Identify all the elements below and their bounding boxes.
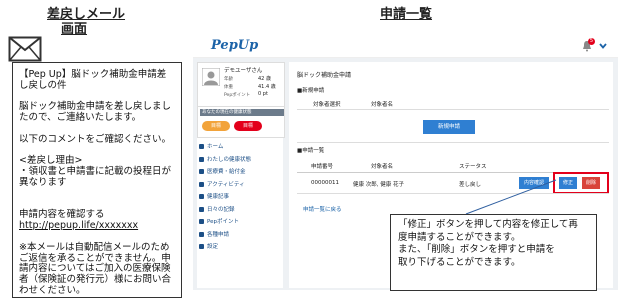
back-to-list-link[interactable]: 申請一覧に戻る [303, 205, 342, 213]
health-status-card: あなたの現在の健康状態 目標 目標 [197, 106, 285, 138]
page-title: 脳ドック補助金申請 [297, 72, 352, 79]
activity-icon [199, 181, 204, 187]
mail-icon [8, 36, 42, 62]
mail-screen-heading: 差戻しメール 画面 [47, 7, 125, 37]
status-badge-1[interactable]: 目標 [202, 121, 230, 131]
callout-line: また、「削除」ボタンを押すと申請を [398, 244, 555, 255]
article-icon [199, 194, 204, 199]
profile-value: 0 pt [258, 91, 268, 97]
new-col-name: 対象者名 [371, 102, 394, 108]
notification-count: 5 [588, 38, 595, 45]
sidebar-item-label: 各種申請 [207, 231, 230, 238]
profile-label: 体重 [224, 85, 233, 90]
sidebar-item-label: わたしの健康状態 [207, 156, 252, 163]
application-list-section: ■申請一覧 [297, 148, 325, 154]
sidebar-item-label: ホーム [207, 144, 224, 150]
mail-heading-line2: 画面 [61, 22, 88, 37]
status-badge-2[interactable]: 目標 [234, 121, 262, 131]
profile-label: Pepポイント [224, 93, 251, 98]
col-status: ステータス [459, 164, 487, 170]
mail-message-box: 【Pep Up】脳ドック補助金申請差 し戻しの件 脳ドック補助金申請を差し戻しました… [12, 62, 182, 298]
mail-line: し戻しの件 [19, 79, 67, 91]
application-list-heading: 申請一覧 [380, 7, 433, 22]
divider [297, 142, 609, 143]
sidebar-nav: ホームわたしの健康状態 医療費・給付金 アクティビティ 健康記事日々の記録 Pepポイン… [197, 138, 283, 288]
sidebar-item[interactable]: 設定 [199, 242, 218, 250]
sidebar-item[interactable]: Pepポイント [199, 217, 239, 225]
sidebar-item[interactable]: 健康記事 [199, 192, 229, 200]
profile-value: 41.4 歳 [258, 84, 276, 90]
sidebar-item-label: Pepポイント [207, 219, 239, 225]
health-status-title: あなたの現在の健康状態 [200, 109, 284, 116]
profile-label: 年齢 [224, 77, 233, 82]
callout-line: 度申請することができます。 [398, 231, 521, 243]
heart-icon [199, 156, 204, 162]
sidebar-item-label: 日々の記録 [207, 206, 235, 213]
divider [297, 109, 609, 110]
sidebar-item[interactable]: アクティビティ [199, 180, 245, 188]
col-target-name: 対象者名 [371, 164, 394, 170]
sidebar-item-label: 健康記事 [207, 194, 230, 200]
callout-line: 取り下げることができます。 [398, 256, 521, 268]
edit-button[interactable]: 修正 [559, 177, 577, 189]
sidebar-item[interactable]: ホーム [199, 142, 223, 150]
mail-line: たので、ご連絡いたします。 [19, 112, 142, 124]
sidebar-item-label: 医療費・給付金 [207, 169, 246, 175]
mail-line: 以下のコメントをご確認ください。 [19, 133, 172, 145]
sidebar-item[interactable]: 日々の記録 [199, 205, 235, 213]
new-application-section: ■新規申請 [297, 88, 325, 94]
sidebar-item[interactable]: 各種申請 [199, 230, 229, 238]
confirm-link[interactable]: http://pepup.life/xxxxxxx [19, 220, 138, 233]
sidebar-item-label: 設定 [207, 244, 219, 250]
calendar-icon [199, 206, 204, 212]
delete-button[interactable]: 削除 [582, 177, 600, 189]
forms-icon [199, 231, 204, 237]
app-topbar: PepUp 5 [193, 35, 618, 58]
profile-value: 42 歳 [258, 76, 271, 82]
table-row: 00000011 健康 次郎, 健康 花子 差し戻し 内容確認 修正 削除 [297, 172, 609, 194]
callout-line: 「修正」ボタンを押して内容を修正して再 [398, 219, 578, 230]
sidebar-item-label: アクティビティ [207, 181, 245, 188]
home-icon [199, 144, 204, 149]
profile-card: デモユーザさん 年齢 42 歳体重 41.4 歳 Pepポイント 0 pt [197, 62, 285, 108]
divider [297, 193, 609, 194]
col-application-number: 申請番号 [311, 164, 334, 170]
pepup-logo: PepUp [211, 38, 259, 53]
yen-icon [199, 169, 204, 174]
settings-icon [199, 244, 204, 249]
user-name: デモユーザさん [224, 68, 263, 74]
mail-line: 異なります [19, 177, 67, 188]
mail-heading-line1: 差戻しメール [47, 7, 126, 22]
new-application-button[interactable]: 新規申請 [423, 120, 475, 134]
sidebar-item[interactable]: 医療費・給付金 [199, 167, 246, 175]
callout-box: 「修正」ボタンを押して内容を修正して再 度申請することができます。 また、「削除」ボ… [390, 214, 597, 291]
sidebar-item[interactable]: わたしの健康状態 [199, 155, 251, 163]
avatar [202, 68, 220, 86]
application-number: 00000011 [311, 180, 339, 186]
points-icon [199, 219, 204, 224]
new-col-select: 対象者選択 [313, 102, 341, 108]
mail-line: わせください。 [19, 285, 86, 296]
target-name: 健康 次郎, 健康 花子 [353, 182, 404, 188]
status-text: 差し戻し [459, 182, 482, 188]
chevron-down-icon[interactable] [599, 43, 607, 49]
view-details-button[interactable]: 内容確認 [519, 177, 549, 189]
